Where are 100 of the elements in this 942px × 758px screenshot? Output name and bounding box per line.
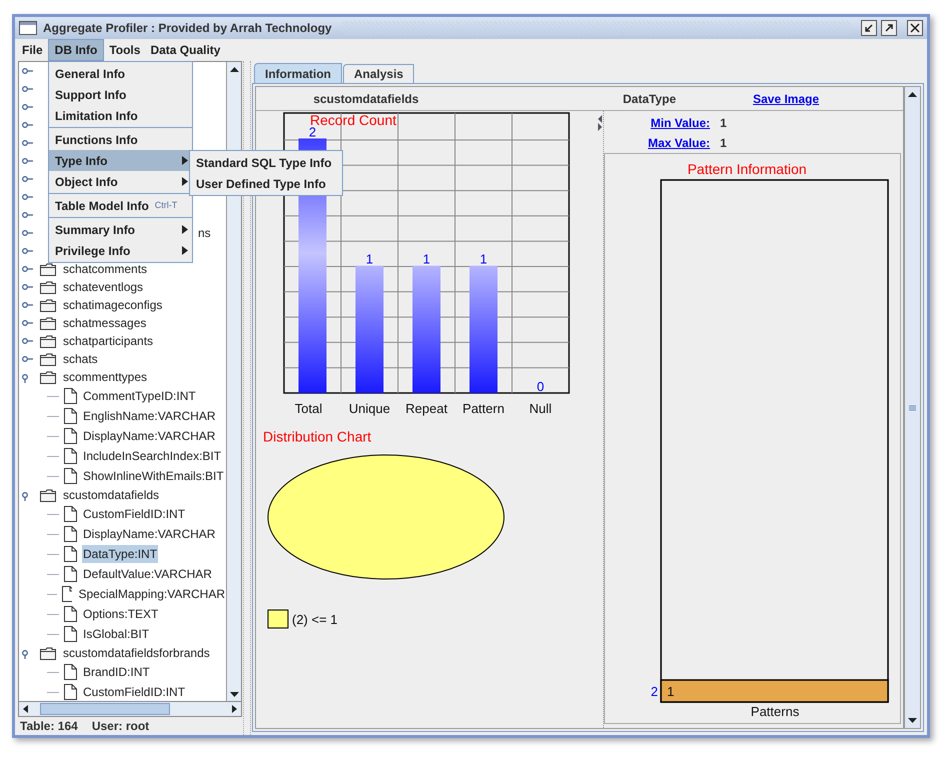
folder-icon [40, 334, 56, 348]
collapsed-node-handle-icon[interactable] [22, 173, 34, 185]
tab[interactable]: Information [254, 63, 342, 83]
tree-leaf-label[interactable]: DisplayName:VARCHAR [82, 427, 216, 445]
restore-arrow-icon [864, 23, 874, 33]
menu-item[interactable]: Functions Info [49, 129, 192, 150]
collapsed-node-handle-icon[interactable] [22, 299, 34, 311]
collapse-left-arrow-icon[interactable] [596, 115, 602, 123]
category-label: Total [294, 401, 322, 416]
collapsed-node-handle-icon[interactable] [22, 335, 34, 347]
tree-leaf-label[interactable]: CustomFieldID:INT [82, 683, 186, 701]
menu-item[interactable]: Limitation Info [49, 105, 192, 126]
menu-item[interactable]: Type Info [49, 150, 192, 171]
tree-node-label[interactable]: schatcomments [62, 260, 148, 278]
file-icon [64, 388, 77, 404]
scroll-thumb[interactable] [40, 703, 170, 715]
file-icon [64, 566, 77, 582]
minimize-button[interactable] [861, 20, 877, 36]
tree-leaf-label[interactable]: CommentTypeID:INT [82, 387, 197, 405]
file-icon [64, 468, 77, 484]
file-icon [62, 586, 72, 602]
folder-icon [40, 488, 56, 502]
tree-leaf-label[interactable]: EnglishName:VARCHAR [82, 407, 216, 425]
tree-leaf-label[interactable]: IsGlobal:BIT [82, 625, 150, 643]
collapsed-node-handle-icon[interactable] [22, 245, 34, 257]
maximize-button[interactable] [881, 20, 897, 36]
tree-leaf-label[interactable]: ShowInlineWithEmails:BIT [82, 467, 225, 485]
value-label: 1 [366, 252, 374, 267]
collapsed-node-handle-icon[interactable] [22, 119, 34, 131]
stat-link[interactable]: Max Value: [648, 136, 710, 150]
tab[interactable]: Analysis [343, 64, 414, 83]
tree-node-label[interactable]: scustomdatafields [62, 486, 160, 504]
tree-node-label[interactable]: schats [62, 350, 99, 368]
folder-icon [40, 646, 56, 660]
collapsed-node-handle-icon[interactable] [22, 353, 34, 365]
maximize-arrow-icon [884, 23, 894, 33]
tree-node-label[interactable]: schatimageconfigs [62, 296, 164, 314]
collapsed-node-handle-icon[interactable] [22, 263, 34, 275]
collapsed-node-handle-icon[interactable] [22, 209, 34, 221]
save-image-link[interactable]: Save Image [752, 92, 820, 106]
collapsed-node-handle-icon[interactable] [22, 83, 34, 95]
collapsed-node-handle-icon[interactable] [22, 227, 34, 239]
tree-node-label[interactable]: schatparticipants [62, 332, 154, 350]
menu-item[interactable]: Tools [104, 39, 146, 61]
collapsed-node-handle-icon[interactable] [22, 101, 34, 113]
value-label: 1 [422, 252, 430, 267]
collapsed-node-handle-icon[interactable] [22, 317, 34, 329]
tree-node-label[interactable]: scustomdatafieldsforbrands [62, 644, 211, 662]
menu-item[interactable]: Privilege Info [49, 240, 192, 261]
close-icon [910, 23, 920, 33]
close-button[interactable] [907, 20, 923, 36]
folder-icon [40, 280, 56, 294]
file-icon [64, 428, 77, 444]
collapsed-node-handle-icon[interactable] [22, 155, 34, 167]
collapsed-node-handle-icon[interactable] [22, 191, 34, 203]
tree-leaf-label[interactable]: DataType:INT [82, 545, 158, 563]
collapsed-node-handle-icon[interactable] [22, 281, 34, 293]
stat-link[interactable]: Min Value: [650, 116, 710, 130]
tree-leaf-label[interactable]: BrandID:INT [82, 663, 151, 681]
value-label: 1 [480, 252, 488, 267]
menu-item[interactable]: General Info [49, 63, 192, 84]
menu-item[interactable]: Support Info [49, 84, 192, 105]
tree-node-label[interactable]: scommenttypes [62, 368, 148, 386]
menu-item[interactable]: DB Info [48, 39, 104, 61]
folder-icon [40, 370, 56, 384]
tree-leaf-label[interactable]: SpecialMapping:VARCHAR [77, 585, 226, 603]
category-label: Pattern [462, 401, 504, 416]
menu-item[interactable]: Table Model Info Ctrl-T [49, 195, 192, 216]
submenu-arrow-icon [182, 177, 188, 186]
file-icon [64, 526, 77, 542]
submenu-arrow-icon [182, 225, 188, 234]
expand-right-arrow-icon[interactable] [596, 123, 602, 131]
category-label: Null [529, 401, 552, 416]
category-label: Repeat [406, 401, 448, 416]
category-label: 1 [667, 684, 674, 699]
collapsed-node-handle-icon[interactable] [22, 137, 34, 149]
window-icon [19, 21, 37, 35]
tree-leaf-label[interactable]: DisplayName:VARCHAR [82, 525, 216, 543]
panel-vertical-scrollbar[interactable] [904, 86, 921, 729]
menu-item[interactable]: Data Quality [145, 39, 226, 61]
folder-icon [40, 298, 56, 312]
tree-leaf-label[interactable]: CustomFieldID:INT [82, 505, 186, 523]
menu-item[interactable]: File [17, 39, 48, 61]
menu-item[interactable]: User Defined Type Info [190, 173, 342, 194]
legend-label: (2) <= 1 [292, 612, 338, 627]
tree-horizontal-scrollbar[interactable] [18, 702, 242, 717]
file-icon [64, 448, 77, 464]
file-icon [64, 408, 77, 424]
tree-leaf-label[interactable]: Options:TEXT [82, 605, 160, 623]
tree-node-label[interactable]: ns [197, 224, 212, 242]
menu-item[interactable]: Object Info [49, 171, 192, 192]
menu-item[interactable]: Summary Info [49, 219, 192, 240]
folder-icon [40, 316, 56, 330]
tree-leaf-label[interactable]: IncludeInSearchIndex:BIT [82, 447, 222, 465]
tree-leaf-label[interactable]: DefaultValue:VARCHAR [82, 565, 213, 583]
submenu-arrow-icon [182, 246, 188, 255]
menu-item[interactable]: Standard SQL Type Info [190, 152, 342, 173]
tree-node-label[interactable]: schateventlogs [62, 278, 144, 296]
collapsed-node-handle-icon[interactable] [22, 65, 34, 77]
tree-node-label[interactable]: schatmessages [62, 314, 148, 332]
